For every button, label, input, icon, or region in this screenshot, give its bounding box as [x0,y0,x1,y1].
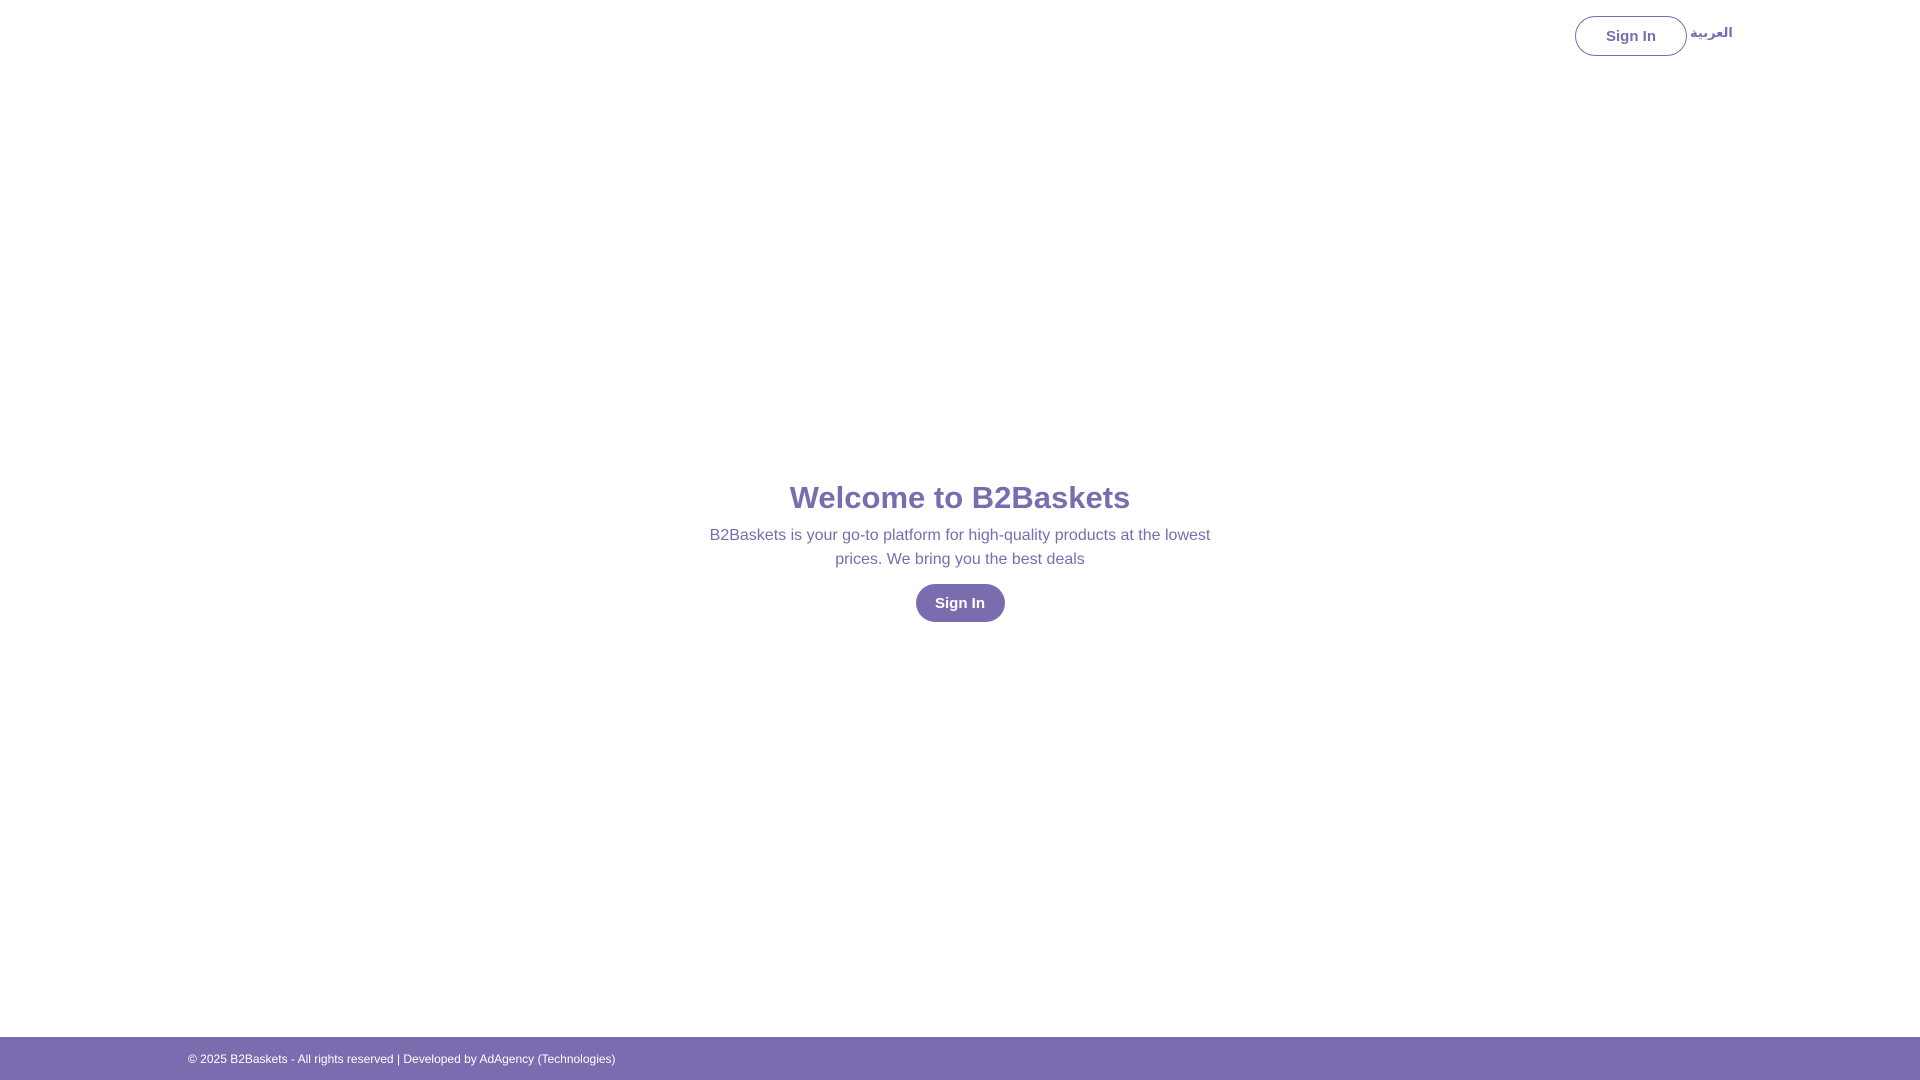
footer: © 2025 B2Baskets - All rights reserved |… [0,1037,1920,1080]
hero-title: Welcome to B2Baskets [789,480,1131,515]
top-header: Sign In العربية [0,0,1920,72]
footer-copyright: © 2025 B2Baskets - All rights reserved |… [188,1052,480,1066]
language-switch-link[interactable]: العربية [1690,26,1733,41]
page: Sign In العربية Welcome to B2Baskets B2B… [0,0,1920,1080]
footer-developer-link[interactable]: AdAgency (Technologies) [479,1052,615,1066]
hero-sign-in-button[interactable]: Sign In [915,584,1005,622]
footer-text: © 2025 B2Baskets - All rights reserved |… [188,1051,616,1067]
header-sign-in-button[interactable]: Sign In [1575,16,1687,56]
hero-description: B2Baskets is your go-to platform for hig… [709,527,1211,568]
hero-section: Welcome to B2Baskets B2Baskets is your g… [0,476,1920,622]
